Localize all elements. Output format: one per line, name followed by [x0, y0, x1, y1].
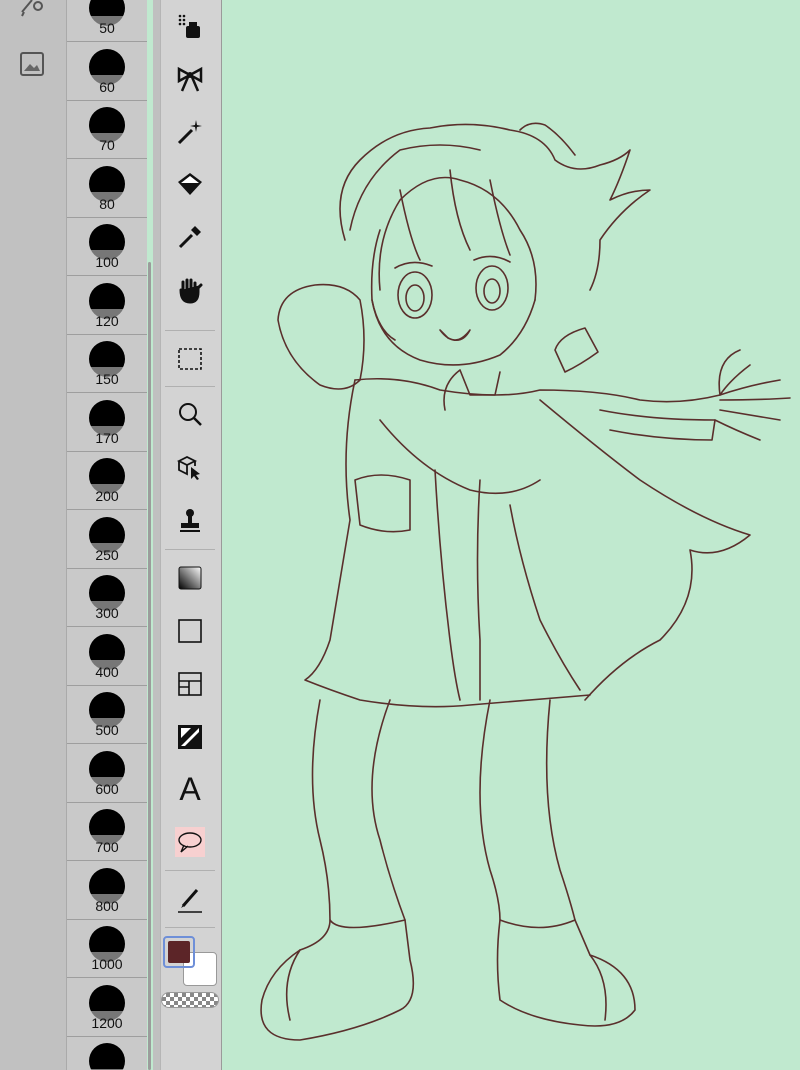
brush-size-item[interactable]: 200: [67, 452, 147, 510]
fill-bucket-icon[interactable]: [175, 170, 205, 200]
brush-size-label: 600: [95, 780, 119, 797]
brush-size-label: 100: [95, 254, 119, 270]
brush-size-item[interactable]: [67, 1037, 147, 1070]
selection-icon[interactable]: [175, 344, 205, 374]
line-pen-icon[interactable]: [175, 884, 205, 914]
text-tool-glyph: A: [179, 771, 201, 807]
brush-size-item[interactable]: 700: [67, 803, 147, 861]
brush-size-item[interactable]: 1200: [67, 979, 147, 1037]
character-sketch: [260, 122, 791, 1041]
toolbar-separator: [165, 870, 215, 871]
rectangle-icon[interactable]: [175, 616, 205, 646]
speech-balloon-icon[interactable]: [175, 827, 205, 857]
eyedropper-icon[interactable]: [175, 222, 205, 252]
brush-size-item[interactable]: 400: [67, 628, 147, 686]
layer-image-icon[interactable]: [18, 50, 46, 78]
transform-icon[interactable]: [175, 452, 205, 482]
hand-icon[interactable]: [175, 275, 205, 305]
brush-size-label: 1000: [91, 956, 123, 972]
text-icon[interactable]: A: [175, 771, 205, 807]
spray-icon[interactable]: [175, 12, 205, 42]
transparent-color-swatch[interactable]: [161, 992, 219, 1008]
brush-size-label: 1200: [91, 1014, 123, 1031]
left-strip: [0, 0, 66, 1070]
brush-size-item[interactable]: 1000: [67, 920, 147, 978]
brush-size-scrollbar[interactable]: [148, 262, 151, 1070]
brush-size-item[interactable]: 150: [67, 335, 147, 393]
brush-size-item[interactable]: 250: [67, 511, 147, 569]
brush-size-label: 70: [99, 137, 115, 153]
brush-size-label: 80: [99, 195, 115, 212]
brush-size-label: 250: [95, 546, 119, 563]
toolbar-separator: [165, 927, 215, 928]
brush-size-item[interactable]: 120: [67, 277, 147, 335]
brush-size-item[interactable]: 500: [67, 686, 147, 744]
brush-size-panel: 50 60 70 80 100 120 150 170 200 250 300 400 500 600 70…: [66, 0, 147, 1070]
brush-size-item[interactable]: 80: [67, 160, 147, 218]
toolbar: A: [160, 0, 222, 1070]
main-color-fill: [168, 941, 190, 963]
brush-size-label: 60: [99, 78, 115, 95]
brush-size-preview: [89, 1043, 125, 1070]
tone-icon[interactable]: [175, 722, 205, 752]
zoom-icon[interactable]: [175, 400, 205, 430]
toolbar-separator: [165, 549, 215, 550]
brush-size-item[interactable]: 170: [67, 394, 147, 452]
magic-wand-icon[interactable]: [175, 117, 205, 147]
gradient-icon[interactable]: [175, 563, 205, 593]
main-color-swatch[interactable]: [163, 936, 195, 968]
brush-size-item[interactable]: 300: [67, 569, 147, 627]
brush-size-item[interactable]: 70: [67, 101, 147, 159]
pen-settings-icon[interactable]: [18, 0, 46, 22]
frame-icon[interactable]: [175, 669, 205, 699]
brush-size-label: 500: [95, 722, 119, 738]
brush-size-label: 800: [95, 897, 119, 914]
brush-size-label: 700: [95, 839, 119, 855]
brush-size-label: 150: [95, 371, 119, 387]
toolbar-separator: [165, 386, 215, 387]
brush-size-item[interactable]: 60: [67, 43, 147, 101]
brush-size-label: 50: [99, 20, 115, 36]
stamp-icon[interactable]: [175, 505, 205, 535]
brush-size-label: 200: [95, 488, 119, 504]
brush-size-label: 300: [95, 605, 119, 621]
ribbon-icon[interactable]: [175, 65, 205, 95]
toolbar-separator: [165, 330, 215, 331]
brush-size-item[interactable]: 50: [67, 0, 147, 42]
brush-size-item[interactable]: 100: [67, 218, 147, 276]
drawing-canvas[interactable]: [222, 0, 800, 1070]
brush-size-label: 170: [95, 429, 119, 446]
brush-size-label: 120: [95, 312, 119, 329]
brush-size-label: 400: [95, 663, 119, 680]
brush-size-item[interactable]: 800: [67, 862, 147, 920]
brush-size-item[interactable]: 600: [67, 745, 147, 803]
